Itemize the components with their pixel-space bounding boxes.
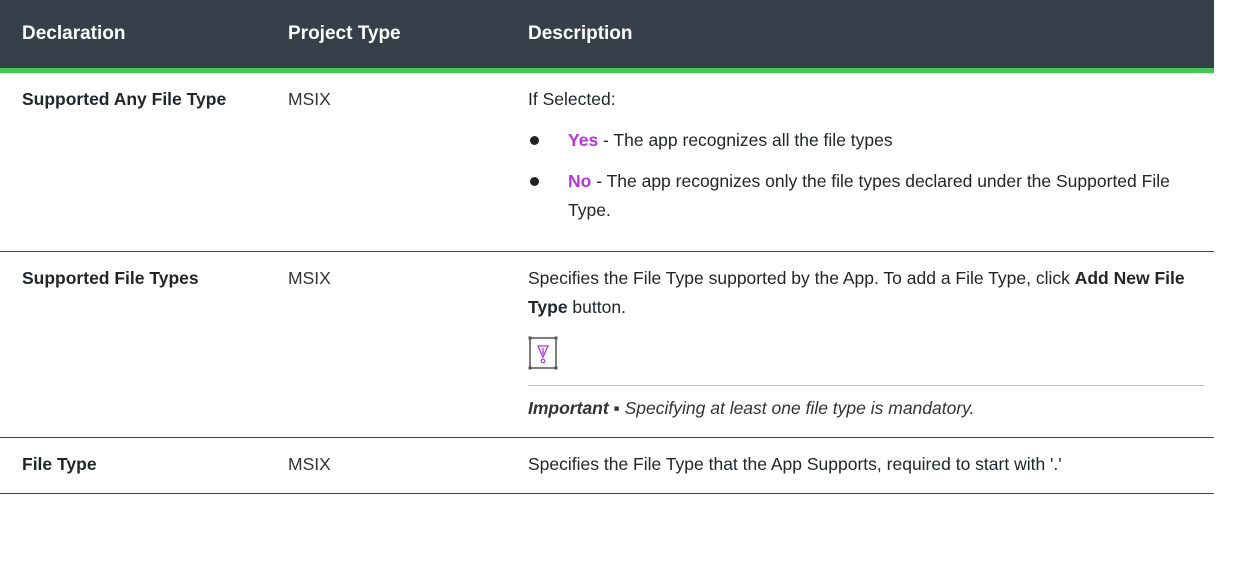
table-row: File Type MSIX Specifies the File Type t… [0, 437, 1214, 494]
table-row: Supported Any File Type MSIX If Selected… [0, 70, 1214, 252]
description-intro: If Selected: [528, 89, 616, 109]
important-text: Specifying at least one file type is man… [619, 398, 975, 418]
header-declaration: Declaration [0, 0, 266, 73]
important-note: Important ▪ Specifying at least one file… [528, 385, 1204, 423]
table-row: Supported File Types MSIX Specifies the … [0, 251, 1214, 438]
project-type-cell: MSIX [266, 437, 506, 494]
header-project-type: Project Type [266, 0, 506, 73]
header-row: Declaration Project Type Description [0, 0, 1214, 73]
option-keyword-yes: Yes [568, 130, 599, 150]
option-text-yes: - The app recognizes all the file types [598, 130, 893, 150]
description-cell: Specifies the File Type supported by the… [506, 251, 1214, 438]
description-part: button. [567, 297, 626, 317]
option-keyword-no: No [568, 171, 592, 191]
declarations-table: Declaration Project Type Description Sup… [0, 0, 1214, 494]
project-type-cell: MSIX [266, 70, 506, 252]
important-label: Important ▪ [528, 398, 620, 418]
option-text-no: - The app recognizes only the file types… [568, 171, 1170, 220]
project-type-cell: MSIX [266, 251, 506, 438]
options-list: Yes - The app recognizes all the file ty… [528, 126, 1204, 225]
table-header: Declaration Project Type Description [0, 0, 1214, 73]
header-description: Description [506, 0, 1214, 73]
description-cell: If Selected: Yes - The app recognizes al… [506, 70, 1214, 252]
description-part: Specifies the File Type supported by the… [528, 268, 1075, 288]
declaration-cell: File Type [0, 437, 266, 494]
description-cell: Specifies the File Type that the App Sup… [506, 437, 1214, 494]
description-text: Specifies the File Type supported by the… [528, 264, 1204, 322]
declaration-cell: Supported File Types [0, 251, 266, 438]
list-item: Yes - The app recognizes all the file ty… [528, 126, 1204, 155]
declaration-cell: Supported Any File Type [0, 70, 266, 252]
important-note-icon [528, 336, 558, 370]
list-item: No - The app recognizes only the file ty… [528, 167, 1204, 225]
